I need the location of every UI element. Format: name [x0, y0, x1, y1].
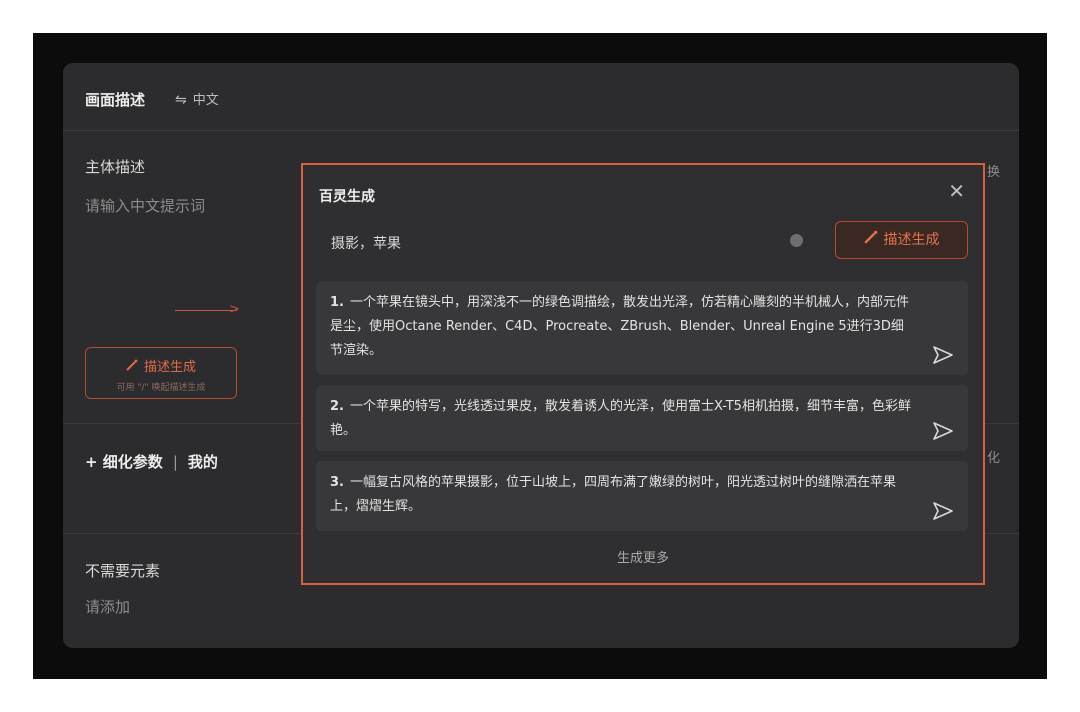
describe-generate-button[interactable]: 描述生成 可用 "/" 唤起描述生成: [85, 347, 237, 399]
right-stub-middle: 化: [987, 451, 1001, 466]
right-stub-top: 换: [987, 165, 1001, 180]
clear-icon[interactable]: [790, 234, 803, 247]
popup-title: 百灵生成: [319, 189, 375, 205]
send-icon[interactable]: [932, 501, 954, 525]
tab-separator: |: [172, 453, 178, 471]
panel-header: 画面描述 ⇋ 中文: [63, 63, 1019, 131]
describe-generate-label: 描述生成: [143, 360, 196, 375]
magic-wand-icon: [126, 359, 138, 375]
generate-more-button[interactable]: 生成更多: [303, 547, 983, 566]
refine-tabs: + 细化参数 | 我的: [85, 451, 218, 472]
send-icon[interactable]: [932, 345, 954, 369]
panel-title: 画面描述: [85, 91, 146, 109]
result-item-2[interactable]: 2. 一个苹果的特写，光线透过果皮，散发着诱人的光泽，使用富士X-T5相机拍摄，细…: [316, 385, 968, 451]
swap-arrows-icon: ⇋: [175, 92, 187, 108]
subject-input[interactable]: 请输入中文提示词: [85, 195, 205, 216]
language-toggle[interactable]: ⇋ 中文: [175, 89, 219, 108]
result-text: 2. 一个苹果的特写，光线透过果皮，散发着诱人的光泽，使用富士X-T5相机拍摄，细…: [330, 399, 911, 438]
send-icon[interactable]: [932, 421, 954, 445]
bailing-generate-popup: 百灵生成 ✕ 摄影，苹果 描述生成 1. 一个苹果在镜头中，用深浅不一的绿色调描绘…: [301, 163, 985, 585]
result-text: 1. 一个苹果在镜头中，用深浅不一的绿色调描绘，散发出光泽，仿若精心雕刻的半机械人…: [330, 295, 909, 358]
language-toggle-label: 中文: [192, 93, 219, 108]
tab-refine-params[interactable]: + 细化参数: [85, 453, 163, 471]
prompt-input[interactable]: 摄影，苹果: [331, 233, 401, 253]
popup-generate-label: 描述生成: [883, 232, 940, 248]
result-item-1[interactable]: 1. 一个苹果在镜头中，用深浅不一的绿色调描绘，散发出光泽，仿若精心雕刻的半机械人…: [316, 281, 968, 375]
magic-wand-icon: [863, 222, 878, 258]
tab-mine[interactable]: 我的: [188, 453, 218, 471]
describe-generate-hint: 可用 "/" 唤起描述生成: [116, 383, 206, 393]
result-item-3[interactable]: 3. 一幅复古风格的苹果摄影，位于山坡上，四周布满了嫩绿的树叶，阳光透过树叶的缝隙…: [316, 461, 968, 531]
connector-arrow: [175, 310, 237, 311]
close-icon[interactable]: ✕: [948, 179, 965, 203]
result-text: 3. 一幅复古风格的苹果摄影，位于山坡上，四周布满了嫩绿的树叶，阳光透过树叶的缝隙…: [330, 475, 896, 514]
negative-input[interactable]: 请添加: [85, 596, 130, 617]
negative-label: 不需要元素: [85, 562, 161, 580]
popup-generate-button[interactable]: 描述生成: [835, 221, 968, 259]
subject-label: 主体描述: [85, 158, 146, 176]
connector-arrow-head-icon: >: [229, 302, 240, 317]
